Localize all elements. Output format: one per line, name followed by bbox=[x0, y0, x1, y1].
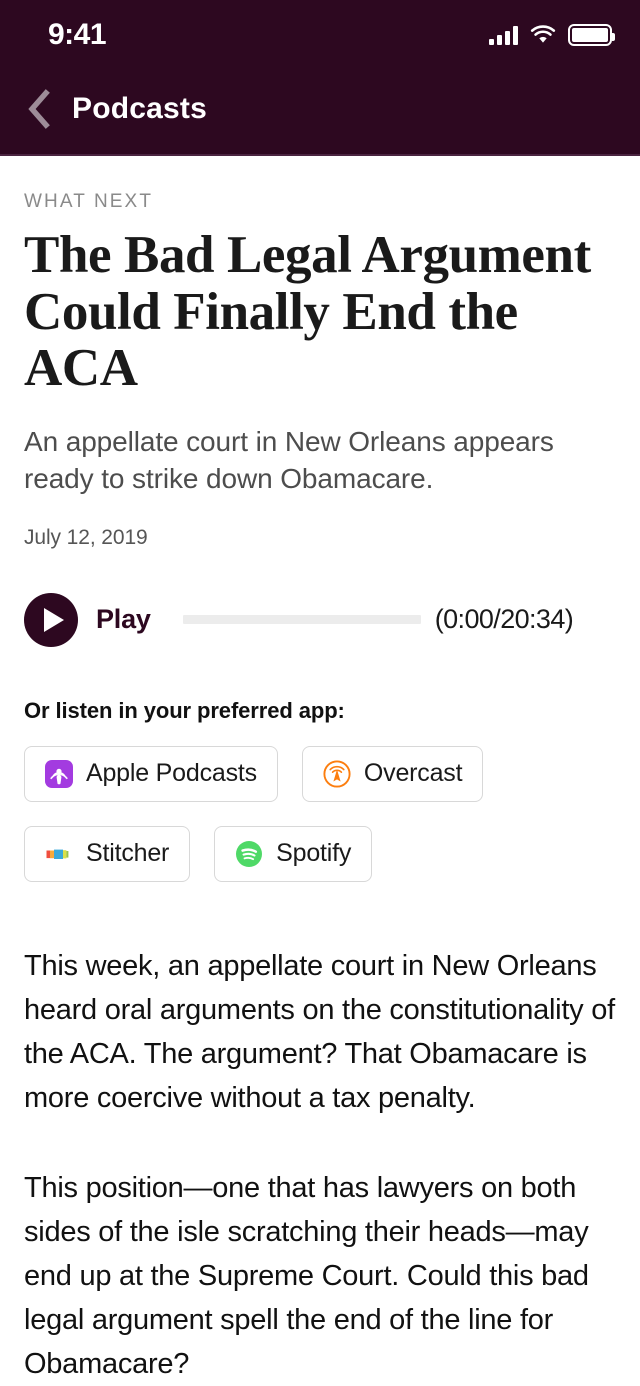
app-link-label: Spotify bbox=[276, 839, 352, 868]
app-link-stitcher[interactable]: Stitcher bbox=[24, 825, 191, 882]
overcast-icon bbox=[323, 760, 351, 788]
status-bar: 9:41 bbox=[0, 0, 640, 64]
page-title: The Bad Legal Argument Could Finally End… bbox=[24, 226, 591, 398]
article-body: This week, an appellate court in New Orl… bbox=[24, 944, 616, 1386]
timecode-readout: (0:00/20:34) bbox=[434, 604, 574, 635]
spotify-icon bbox=[236, 840, 263, 867]
wifi-icon bbox=[530, 25, 556, 43]
apple-podcasts-icon bbox=[45, 759, 73, 788]
chevron-left-icon bbox=[28, 89, 50, 129]
app-link-overcast[interactable]: Overcast bbox=[301, 745, 484, 802]
back-button[interactable] bbox=[22, 88, 56, 130]
app-link-label: Overcast bbox=[363, 759, 463, 788]
stitcher-icon bbox=[46, 849, 69, 859]
app-link-spotify[interactable]: Spotify bbox=[214, 825, 373, 882]
article-content: WHAT NEXT The Bad Legal Argument Could F… bbox=[0, 192, 640, 1386]
audio-player: Play (0:00/20:34) bbox=[24, 590, 616, 650]
body-paragraph: This position—one that has lawyers on bo… bbox=[24, 1171, 589, 1381]
status-bar-indicators bbox=[489, 18, 615, 46]
play-button[interactable] bbox=[24, 592, 78, 647]
app-links-heading: Or listen in your preferred app: bbox=[24, 697, 345, 723]
article-dek: An appellate court in New Orleans appear… bbox=[24, 426, 554, 495]
progress-bar[interactable] bbox=[182, 615, 421, 625]
app-link-label: Apple Podcasts bbox=[86, 759, 257, 788]
publish-date: July 12, 2019 bbox=[24, 525, 148, 549]
play-label[interactable]: Play bbox=[96, 604, 151, 635]
app-header: 9:41 Podcasts bbox=[0, 0, 640, 156]
show-kicker[interactable]: WHAT NEXT bbox=[24, 192, 616, 211]
play-icon bbox=[44, 607, 64, 632]
body-paragraph: This week, an appellate court in New Orl… bbox=[24, 949, 615, 1114]
app-link-label: Stitcher bbox=[86, 839, 170, 868]
app-link-apple-podcasts[interactable]: Apple Podcasts bbox=[24, 745, 278, 802]
status-bar-time: 9:41 bbox=[48, 18, 107, 51]
navigation-bar: Podcasts bbox=[0, 64, 640, 154]
app-links-list: Apple Podcasts Overcast Stitcher Spotify bbox=[24, 745, 616, 882]
battery-full-icon bbox=[568, 24, 615, 46]
nav-title[interactable]: Podcasts bbox=[72, 92, 207, 126]
cellular-signal-icon bbox=[489, 25, 518, 45]
